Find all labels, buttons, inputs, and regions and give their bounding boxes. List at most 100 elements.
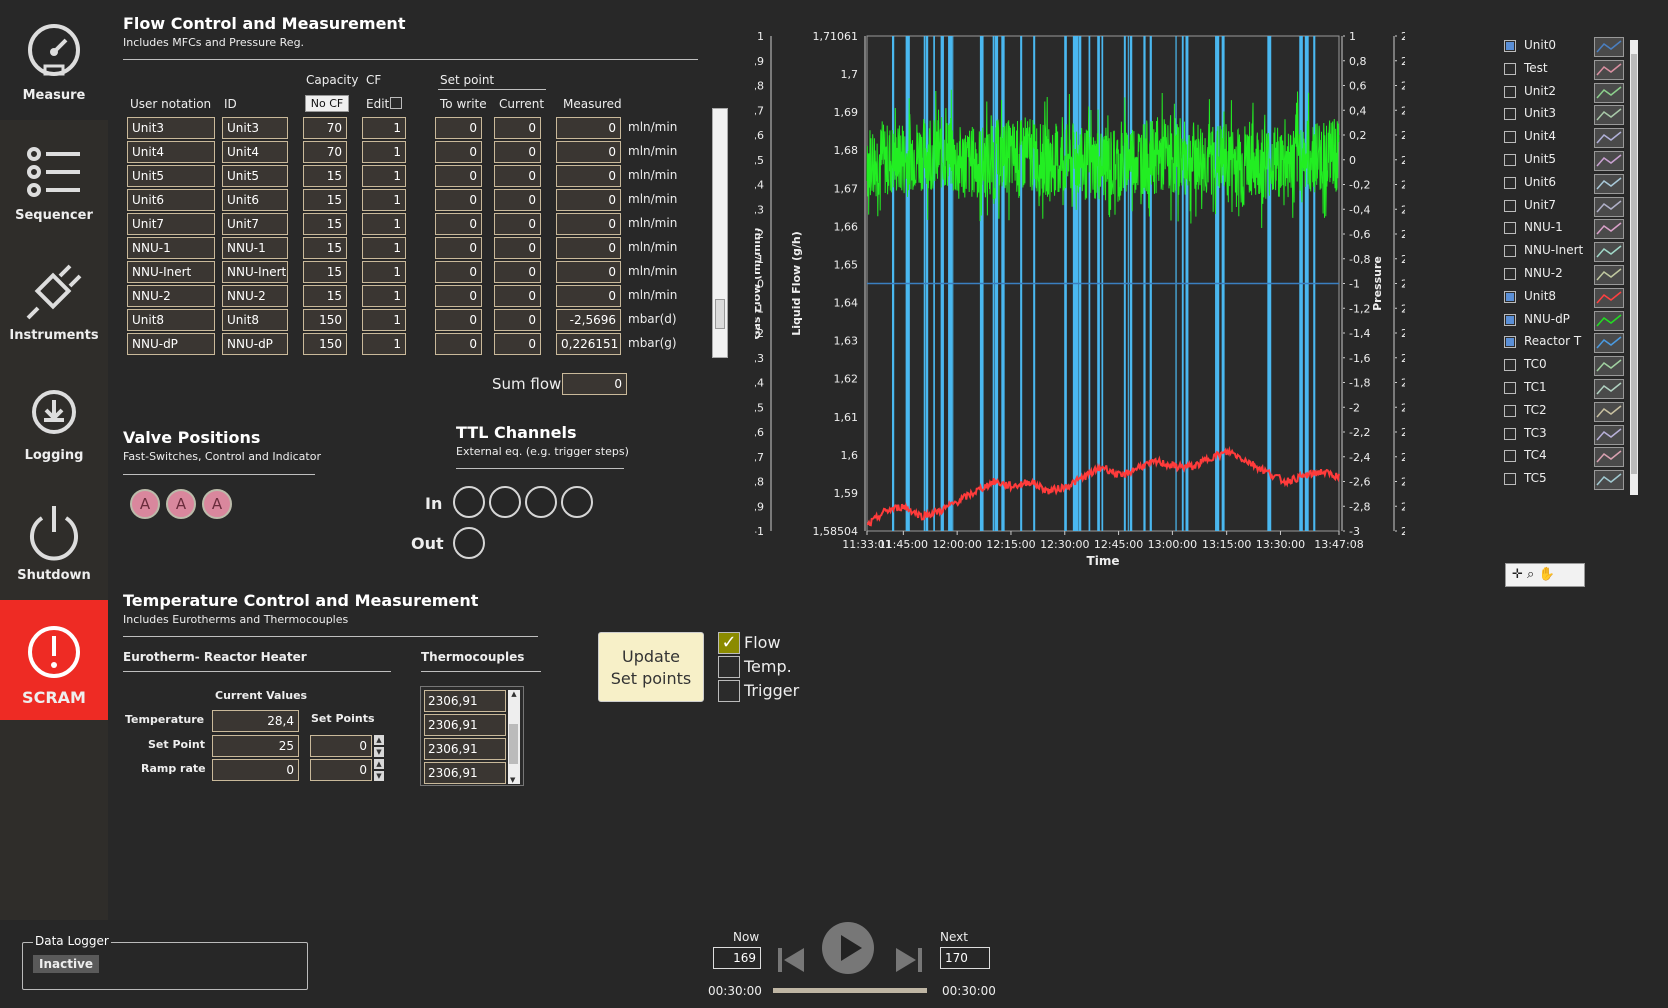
legend-swatch[interactable] <box>1594 219 1624 240</box>
legend-checkbox[interactable] <box>1504 108 1516 121</box>
legend-row[interactable]: Unit3 <box>1504 104 1634 126</box>
to-write-input[interactable]: 0 <box>435 333 482 355</box>
user-notation-field[interactable]: Unit8 <box>127 309 215 331</box>
legend-swatch[interactable] <box>1594 287 1624 308</box>
legend-swatch[interactable] <box>1594 356 1624 377</box>
user-notation-field[interactable]: Unit7 <box>127 213 215 235</box>
legend-row[interactable]: TC0 <box>1504 355 1634 377</box>
flow-scroll-thumb[interactable] <box>715 299 725 329</box>
to-write-input[interactable]: 0 <box>435 213 482 235</box>
cf-field[interactable]: 1 <box>362 141 406 163</box>
legend-scrollbar[interactable] <box>1630 40 1638 495</box>
legend-row[interactable]: TC5 <box>1504 469 1634 491</box>
nav-logging[interactable]: Logging <box>0 360 108 480</box>
nav-shutdown[interactable]: Shutdown <box>0 480 108 600</box>
legend-row[interactable]: TC2 <box>1504 401 1634 423</box>
to-write-input[interactable]: 0 <box>435 189 482 211</box>
legend-row[interactable]: TC3 <box>1504 424 1634 446</box>
legend-swatch[interactable] <box>1594 105 1624 126</box>
legend-checkbox[interactable] <box>1504 336 1516 349</box>
legend-swatch[interactable] <box>1594 196 1624 217</box>
legend-row[interactable]: TC4 <box>1504 446 1634 468</box>
legend-checkbox[interactable] <box>1504 85 1516 98</box>
user-notation-field[interactable]: NNU-1 <box>127 237 215 259</box>
user-notation-field[interactable]: Unit6 <box>127 189 215 211</box>
legend-checkbox[interactable] <box>1504 473 1516 486</box>
user-notation-field[interactable]: Unit4 <box>127 141 215 163</box>
legend-swatch[interactable] <box>1594 447 1624 468</box>
legend-checkbox[interactable] <box>1504 176 1516 189</box>
down-arrow-icon[interactable]: ▼ <box>510 776 515 784</box>
ttl-in-indicator[interactable] <box>489 486 521 518</box>
temp-checkbox[interactable] <box>718 656 740 678</box>
setpoint-stepper[interactable]: ▲ ▼ <box>374 735 384 757</box>
graph-palette[interactable]: ✛ ⌕ ✋ <box>1505 563 1585 587</box>
ttl-in-indicator[interactable] <box>561 486 593 518</box>
legend-checkbox[interactable] <box>1504 427 1516 440</box>
legend-checkbox[interactable] <box>1504 154 1516 166</box>
down-arrow-icon[interactable]: ▼ <box>374 771 384 781</box>
user-notation-field[interactable]: Unit3 <box>127 117 215 139</box>
legend-swatch[interactable] <box>1594 379 1624 399</box>
to-write-input[interactable]: 0 <box>435 165 482 187</box>
user-notation-field[interactable]: NNU-dP <box>127 333 215 355</box>
valve-button[interactable]: A <box>202 489 232 519</box>
cf-field[interactable]: 1 <box>362 261 406 283</box>
legend-row[interactable]: Unit0 <box>1504 36 1634 58</box>
to-write-input[interactable]: 0 <box>435 141 482 163</box>
legend-row[interactable]: NNU-dP <box>1504 310 1634 332</box>
nav-scram[interactable]: SCRAM <box>0 600 108 720</box>
zoom-icon[interactable]: ⌕ <box>1527 567 1534 582</box>
legend-checkbox[interactable] <box>1504 450 1516 463</box>
no-cf-button[interactable]: No CF <box>305 95 349 112</box>
up-arrow-icon[interactable]: ▲ <box>508 690 520 698</box>
legend-row[interactable]: Unit5 <box>1504 150 1634 172</box>
legend-row[interactable]: Unit8 <box>1504 287 1634 309</box>
to-write-input[interactable]: 0 <box>435 261 482 283</box>
cf-field[interactable]: 1 <box>362 165 406 187</box>
cf-field[interactable]: 1 <box>362 189 406 211</box>
cf-field[interactable]: 1 <box>362 117 406 139</box>
legend-swatch[interactable] <box>1594 242 1624 263</box>
progress-bar[interactable] <box>773 988 927 993</box>
flow-checkbox[interactable]: ✓ <box>718 632 740 654</box>
skip-forward-icon[interactable] <box>896 946 922 974</box>
to-write-input[interactable]: 0 <box>435 285 482 307</box>
legend-scroll-thumb[interactable] <box>1631 54 1637 474</box>
legend-checkbox[interactable] <box>1504 313 1516 326</box>
legend-checkbox[interactable] <box>1504 268 1516 280</box>
legend-checkbox[interactable] <box>1504 222 1516 235</box>
legend-swatch[interactable] <box>1594 470 1624 491</box>
legend-swatch[interactable] <box>1594 173 1624 194</box>
legend-swatch[interactable] <box>1594 401 1624 422</box>
legend-row[interactable]: Unit6 <box>1504 173 1634 195</box>
legend-swatch[interactable] <box>1594 333 1624 354</box>
legend-checkbox[interactable] <box>1504 404 1516 417</box>
update-setpoints-button[interactable]: Update Set points <box>598 632 704 702</box>
legend-swatch[interactable] <box>1594 265 1624 285</box>
cf-field[interactable]: 1 <box>362 333 406 355</box>
legend-row[interactable]: Unit2 <box>1504 82 1634 104</box>
legend-row[interactable]: Test <box>1504 59 1634 81</box>
user-notation-field[interactable]: Unit5 <box>127 165 215 187</box>
legend-checkbox[interactable] <box>1504 62 1516 75</box>
thermocouple-scroll-thumb[interactable] <box>509 724 518 764</box>
skip-back-icon[interactable] <box>778 946 804 974</box>
legend-checkbox[interactable] <box>1504 40 1516 52</box>
thermocouple-scrollbar[interactable]: ▲ ▼ <box>508 690 520 784</box>
legend-swatch[interactable] <box>1594 424 1624 445</box>
legend-checkbox[interactable] <box>1504 199 1516 212</box>
crosshair-icon[interactable]: ✛ <box>1512 567 1523 582</box>
cf-field[interactable]: 1 <box>362 309 406 331</box>
trigger-checkbox[interactable] <box>718 680 740 702</box>
to-write-input[interactable]: 0 <box>435 117 482 139</box>
setpoint-input[interactable]: 0 <box>310 735 372 757</box>
legend-checkbox[interactable] <box>1504 359 1516 372</box>
legend-checkbox[interactable] <box>1504 245 1516 258</box>
flow-scrollbar[interactable] <box>712 108 728 358</box>
cf-field[interactable]: 1 <box>362 237 406 259</box>
ramp-input[interactable]: 0 <box>310 759 372 781</box>
valve-button[interactable]: A <box>166 489 196 519</box>
to-write-input[interactable]: 0 <box>435 309 482 331</box>
edit-checkbox[interactable] <box>390 97 402 109</box>
